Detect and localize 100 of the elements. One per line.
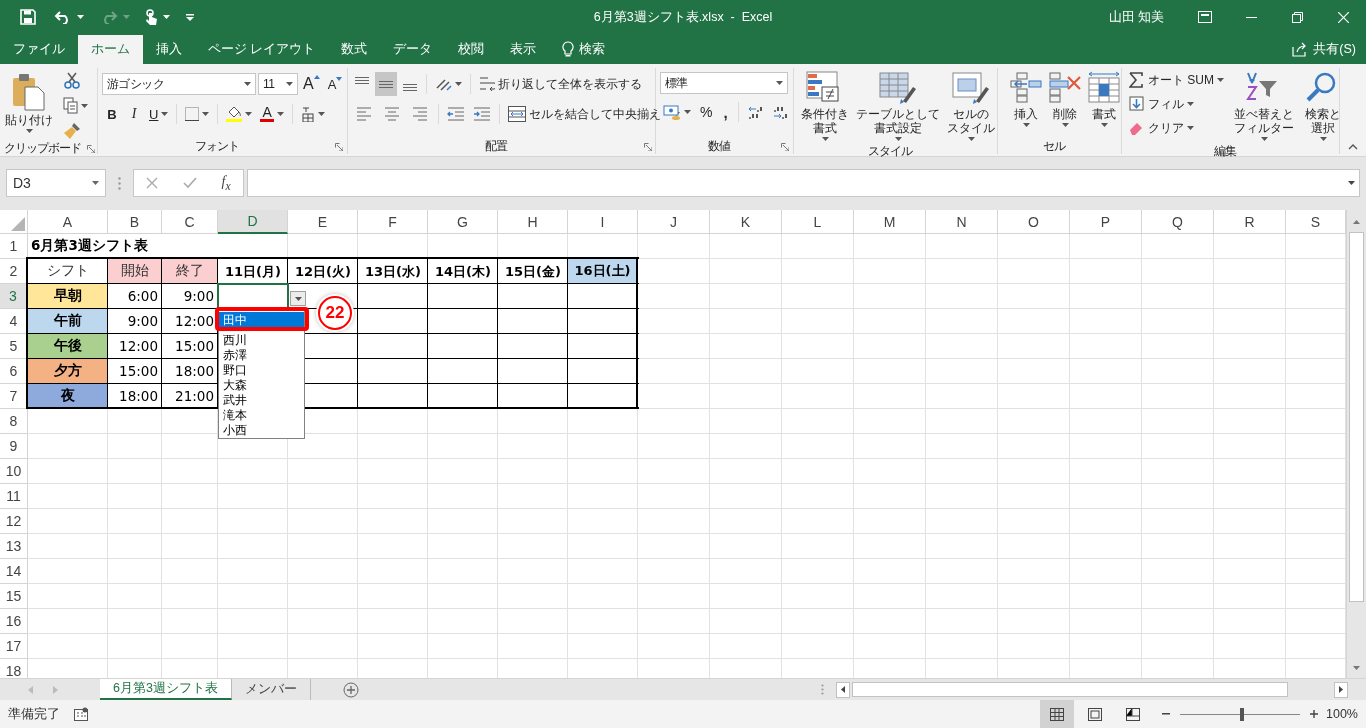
column-header[interactable]: S [1286, 210, 1346, 234]
collapse-ribbon-icon[interactable] [1348, 144, 1358, 150]
list-item[interactable]: 田中 [219, 312, 304, 328]
cell-delete-button[interactable]: 削除 [1047, 68, 1083, 130]
column-header[interactable]: L [782, 210, 854, 234]
font-size-field[interactable]: 11 [258, 73, 298, 95]
dialog-launcher-icon[interactable] [87, 145, 95, 153]
style-button[interactable]: セルの スタイル [944, 68, 998, 144]
list-item[interactable]: 西川 [219, 333, 304, 348]
row-header[interactable]: 9 [0, 434, 28, 459]
number-format-field[interactable]: 標準 [660, 72, 788, 94]
add-sheet-icon[interactable] [342, 681, 359, 698]
paste-button[interactable]: 貼り付け [2, 68, 56, 136]
list-item[interactable]: 野口 [219, 363, 304, 378]
sheet-tab[interactable]: 6月第3週シフト表 [100, 679, 232, 700]
row-header[interactable]: 8 [0, 409, 28, 434]
dialog-launcher-icon[interactable] [644, 143, 652, 151]
clear-button[interactable]: クリア [1126, 117, 1227, 139]
ribbon-tab[interactable]: データ [380, 35, 446, 64]
percent-button[interactable]: % [696, 102, 717, 122]
column-header[interactable]: K [710, 210, 782, 234]
macro-record-icon[interactable] [74, 707, 88, 721]
row-header[interactable]: 10 [0, 459, 28, 484]
row-header[interactable]: 11 [0, 484, 28, 509]
column-header[interactable]: B [108, 210, 162, 234]
scrollbar-thumb[interactable] [1349, 232, 1364, 602]
column-header[interactable]: I [568, 210, 638, 234]
column-header[interactable]: O [998, 210, 1070, 234]
touch-icon[interactable] [144, 8, 158, 26]
sort-button[interactable]: 並べ替えと フィルター [1231, 68, 1297, 144]
formula-input[interactable] [247, 169, 1360, 197]
comma-button[interactable]: , [718, 101, 733, 123]
row-header[interactable]: 1 [0, 234, 28, 259]
scroll-right-button[interactable] [1334, 681, 1348, 698]
style-button[interactable]: 条件付き 書式 [798, 68, 852, 144]
row-header[interactable]: 3 [0, 284, 28, 309]
column-header[interactable]: C [162, 210, 218, 234]
list-item[interactable]: 武井 [219, 393, 304, 408]
view-button[interactable] [1040, 700, 1074, 728]
underline-button[interactable]: U [146, 104, 172, 124]
customize-icon[interactable] [186, 13, 194, 21]
list-item[interactable]: 赤澤 [219, 348, 304, 363]
list-item[interactable]: 大森 [219, 378, 304, 393]
dialog-launcher-icon[interactable] [781, 143, 789, 151]
column-header[interactable]: N [926, 210, 998, 234]
column-header[interactable]: E [288, 210, 358, 234]
shrink-font-button[interactable]: A [324, 74, 346, 94]
ribbon-tab[interactable]: ページ レイアウト [195, 35, 329, 64]
zoom-in-icon[interactable] [1310, 710, 1318, 718]
cell-format-button[interactable]: 書式 [1086, 68, 1122, 130]
font-name-field[interactable]: 游ゴシック [102, 73, 256, 95]
zoom-slider-thumb[interactable] [1240, 707, 1245, 721]
row-header[interactable]: 16 [0, 609, 28, 634]
row-header[interactable]: 14 [0, 559, 28, 584]
bold-button[interactable]: B [102, 104, 122, 124]
copy-button[interactable] [60, 95, 91, 116]
dropdown-arrow-button[interactable] [290, 291, 306, 306]
ribbon-tab[interactable]: 数式 [328, 35, 381, 64]
grow-font-button[interactable]: A [300, 73, 323, 95]
ribbon-tab[interactable]: 挿入 [143, 35, 195, 64]
autosum-button[interactable]: オート SUM [1126, 69, 1227, 91]
find-button[interactable]: 検索と 選択 [1301, 68, 1345, 144]
align-middle-button[interactable] [375, 72, 397, 96]
row-header[interactable]: 12 [0, 509, 28, 534]
ribbon-tab[interactable]: ファイル [0, 35, 78, 64]
list-item[interactable]: 滝本 [219, 408, 304, 423]
row-header[interactable]: 13 [0, 534, 28, 559]
search-box[interactable]: 検索 [549, 35, 619, 64]
font-color-button[interactable]: A [257, 104, 287, 124]
row-header[interactable]: 17 [0, 634, 28, 659]
enter-icon[interactable] [182, 177, 197, 189]
column-header[interactable]: D [218, 210, 288, 234]
ribbon-tab[interactable]: 表示 [497, 35, 550, 64]
column-header[interactable]: R [1214, 210, 1286, 234]
share-button[interactable]: 共有(S) [1279, 35, 1366, 64]
column-header[interactable]: Q [1142, 210, 1214, 234]
column-header[interactable]: P [1070, 210, 1142, 234]
column-header[interactable]: F [358, 210, 428, 234]
name-box[interactable]: D3 [6, 169, 106, 197]
italic-button[interactable]: I [124, 104, 144, 124]
ribbon-tab[interactable]: 校閲 [445, 35, 498, 64]
column-header[interactable]: A [28, 210, 108, 234]
style-button[interactable]: テーブルとして 書式設定 [853, 68, 943, 144]
column-header[interactable]: G [428, 210, 498, 234]
column-header[interactable]: H [498, 210, 568, 234]
list-item[interactable]: 小西 [219, 423, 304, 438]
fill-button[interactable]: フィル [1126, 93, 1227, 115]
cell-insert-button[interactable]: 挿入 [1008, 68, 1044, 130]
column-header[interactable]: J [638, 210, 710, 234]
drag-handle-icon[interactable] [821, 684, 824, 695]
insert-function-button[interactable]: f$_{x}$ [221, 173, 231, 193]
save-icon[interactable] [20, 9, 36, 25]
ribbon-tab[interactable]: ホーム [78, 35, 143, 64]
row-header[interactable]: 15 [0, 584, 28, 609]
dialog-launcher-icon[interactable] [335, 143, 343, 151]
scroll-left-button[interactable] [836, 681, 850, 698]
column-header[interactable]: M [854, 210, 926, 234]
scrollbar-thumb[interactable] [852, 682, 1288, 697]
wrap-text-button[interactable]: 折り返して全体を表示する [476, 73, 645, 95]
cancel-icon[interactable] [146, 177, 159, 189]
